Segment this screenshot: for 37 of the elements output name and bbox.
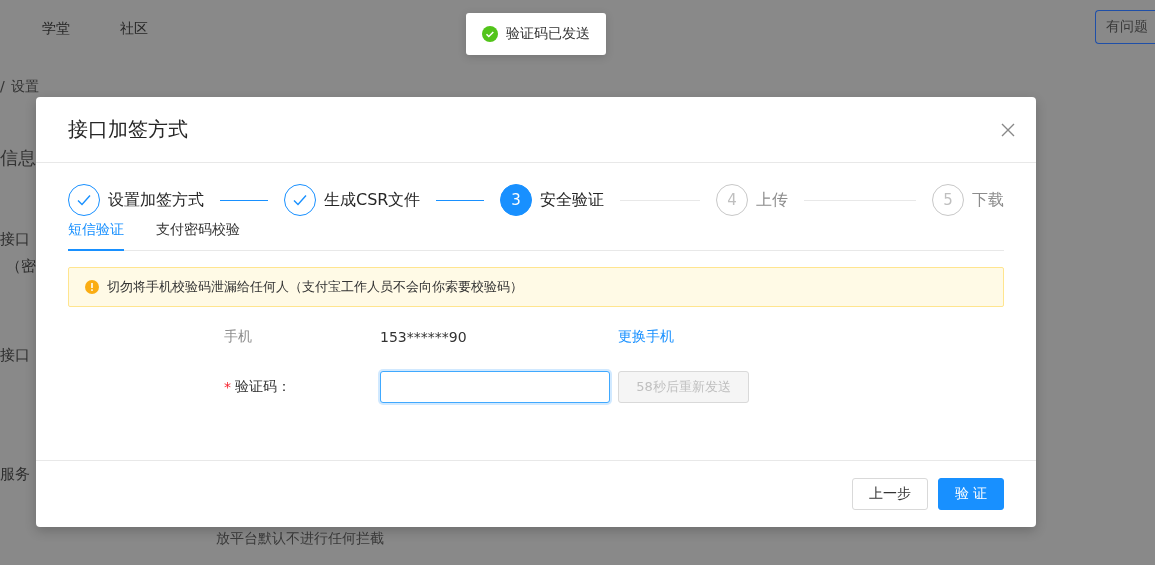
check-icon (292, 192, 308, 208)
verify-button[interactable]: 验 证 (937, 478, 1004, 510)
step-indicator: 4 (716, 184, 748, 216)
field-label: 服务 (0, 465, 30, 484)
field-label: 接口 (0, 230, 30, 249)
nav-item[interactable]: 学堂 (42, 20, 70, 56)
toast-message: 验证码已发送 (506, 25, 590, 43)
phone-number: 153******90 (380, 329, 468, 345)
tab[interactable]: 短信验证 (68, 221, 124, 251)
step-title: 设置加签方式 (108, 189, 204, 211)
section-title: 信息 (0, 146, 37, 170)
required-mark: * (224, 379, 231, 395)
nav-item[interactable]: 社区 (120, 20, 148, 56)
step-indicator: 5 (932, 184, 964, 216)
step-title: 生成CSR文件 (324, 189, 421, 211)
change-phone-link[interactable]: 更换手机 (618, 328, 674, 346)
modal-title: 接口加签方式 (68, 116, 188, 143)
warning-icon (85, 280, 99, 294)
success-icon (482, 26, 498, 42)
help-button[interactable]: 有问题 (1095, 10, 1155, 44)
breadcrumb-item: 设置 (10, 78, 39, 96)
tab[interactable]: 支付密码校验 (156, 221, 240, 251)
hint-text: 放平台默认不进行任何拦截 (216, 530, 384, 548)
field-label: （密 (5, 257, 36, 276)
close-button[interactable] (1000, 121, 1016, 138)
warning-text: 切勿将手机校验码泄漏给任何人（支付宝工作人员不会向你索要校验码） (107, 278, 523, 296)
field-label: 接口 (0, 346, 30, 365)
field-label: 验证码： (235, 378, 291, 396)
step-indicator: 3 (500, 184, 532, 216)
step-title: 安全验证 (540, 189, 604, 211)
check-icon (76, 192, 92, 208)
step-title: 上传 (756, 189, 788, 211)
field-label: 手机 (224, 328, 252, 346)
step-title: 下载 (972, 189, 1004, 211)
breadcrumb-separator: / (0, 78, 5, 96)
code-input[interactable] (380, 371, 610, 403)
back-button[interactable]: 上一步 (851, 478, 928, 510)
